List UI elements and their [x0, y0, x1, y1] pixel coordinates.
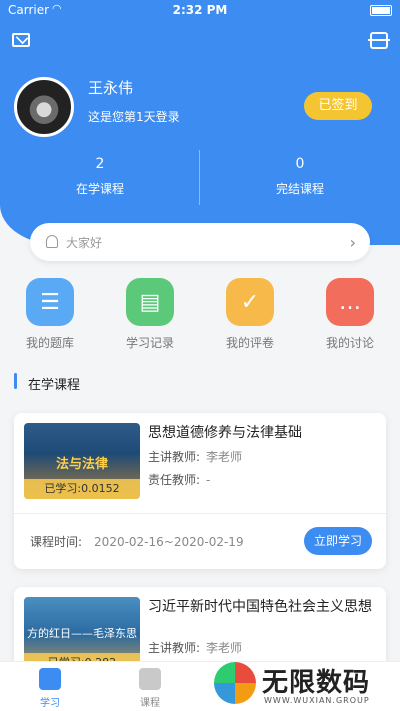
watermark-logo-icon [214, 662, 256, 704]
scan-icon[interactable] [368, 32, 390, 49]
section-accent [14, 373, 17, 389]
section-title: 在学课程 [28, 378, 81, 393]
tab-label: 课程 [140, 698, 160, 709]
notice-bar[interactable]: 大家好 › [30, 223, 370, 261]
quick-action-study-record[interactable]: ▤ 学习记录 [100, 278, 200, 351]
tab-label: 学习 [40, 698, 60, 709]
thumbnail-text: 方的红日——毛泽东思 [27, 627, 137, 640]
watermark-sub: WWW.WUXIAN.GROUP [264, 696, 370, 705]
course-title: 习近平新时代中国特色社会主义思想 [148, 599, 372, 615]
course-teacher: 主讲教师: 李老师 [148, 639, 242, 656]
chevron-right-icon: › [349, 233, 356, 252]
status-time: 2:32 PM [172, 3, 228, 17]
start-study-button[interactable]: 立即学习 [304, 527, 372, 555]
quick-action-grading[interactable]: ✓ 我的评卷 [200, 278, 300, 351]
course-duty-teacher: 责任教师: - [148, 471, 210, 488]
checklist-icon: ✓ [226, 278, 274, 326]
chat-icon: … [326, 278, 374, 326]
checkin-button[interactable]: 已签到 [304, 92, 372, 120]
thumbnail-text: 法与法律 [55, 457, 108, 472]
teacher-value: 李老师 [206, 450, 243, 464]
book-record-icon: ▤ [126, 278, 174, 326]
study-tab-icon [39, 668, 61, 690]
avatar[interactable] [14, 77, 74, 137]
quick-action-question-bank[interactable]: ☰ 我的题库 [0, 278, 100, 351]
question-bank-icon: ☰ [26, 278, 74, 326]
course-title: 思想道德修养与法律基础 [148, 425, 302, 441]
course-time: 课程时间: 2020-02-16~2020-02-19 [30, 533, 244, 550]
battery-icon [370, 5, 392, 16]
notice-text: 大家好 [66, 236, 103, 250]
teacher-label: 主讲教师: [148, 450, 201, 464]
watermark: 无限数码 WWW.WUXIAN.GROUP [208, 660, 400, 711]
teacher-value: 李老师 [206, 641, 243, 655]
quick-action-label: 我的评卷 [225, 336, 274, 350]
quick-action-discussion[interactable]: … 我的讨论 [300, 278, 400, 351]
watermark-text: 无限数码 [262, 668, 371, 698]
card-divider [14, 513, 386, 514]
course-thumbnail: 法与法律 已学习:0.0152 [24, 423, 140, 499]
user-name: 王永伟 [88, 79, 134, 97]
time-label: 课程时间: [30, 535, 83, 549]
quick-action-label: 我的讨论 [325, 336, 374, 350]
course-card[interactable]: 法与法律 已学习:0.0152 思想道德修养与法律基础 主讲教师: 李老师 责任教… [14, 413, 386, 569]
course-teacher: 主讲教师: 李老师 [148, 448, 242, 465]
tab-courses[interactable]: 课程 [100, 668, 200, 709]
stat-studying[interactable]: 2 在学课程 [0, 156, 200, 197]
stat-label: 在学课程 [75, 182, 124, 196]
duty-label: 责任教师: [148, 473, 201, 487]
courses-tab-icon [139, 668, 161, 690]
quick-action-label: 学习记录 [125, 336, 174, 350]
duty-value: - [206, 473, 211, 487]
stat-finished[interactable]: 0 完结课程 [200, 156, 400, 197]
status-bar: Carrier ◠ 2:32 PM [0, 0, 400, 22]
stat-value: 0 [295, 156, 305, 172]
login-days-text: 这是您第1天登录 [88, 110, 180, 124]
stat-value: 2 [95, 156, 105, 172]
tab-study[interactable]: 学习 [0, 668, 100, 709]
quick-action-label: 我的题库 [25, 336, 74, 350]
progress-tag: 已学习:0.0152 [24, 479, 140, 499]
stat-label: 完结课程 [275, 182, 324, 196]
mail-icon[interactable] [12, 33, 30, 47]
time-value: 2020-02-16~2020-02-19 [94, 535, 244, 549]
bell-icon [46, 235, 58, 248]
teacher-label: 主讲教师: [148, 641, 201, 655]
